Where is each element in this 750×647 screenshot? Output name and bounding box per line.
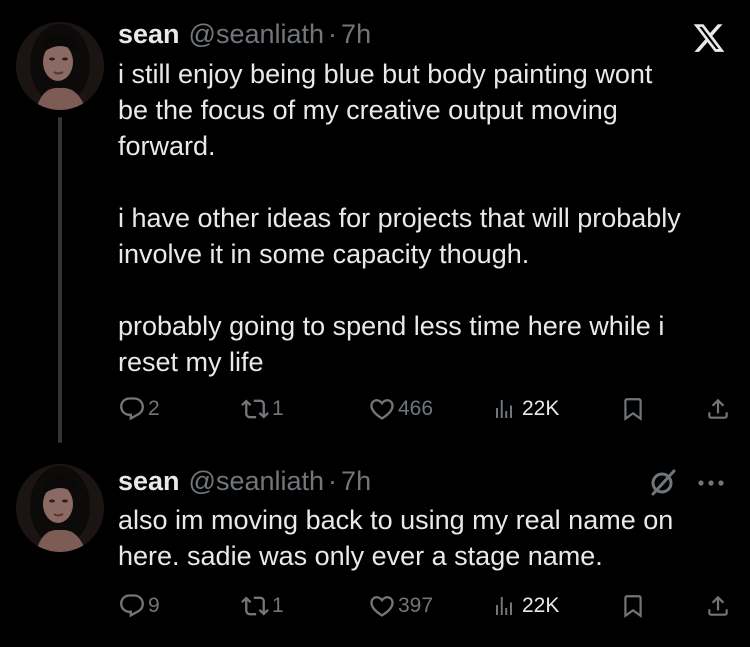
views-button[interactable]: 22K: [492, 591, 559, 621]
reply-count: 2: [148, 397, 160, 420]
like-button[interactable]: 397: [368, 591, 433, 621]
share-button[interactable]: [705, 394, 731, 424]
reply-button[interactable]: 2: [118, 394, 160, 424]
share-icon: [705, 592, 731, 620]
reply-icon: [118, 592, 146, 620]
reply-count: 9: [148, 594, 160, 617]
display-name[interactable]: sean: [118, 463, 180, 499]
separator-dot: ·: [328, 19, 338, 49]
grok-icon[interactable]: [648, 467, 678, 497]
timestamp[interactable]: 7h: [341, 16, 371, 52]
bookmark-button[interactable]: [620, 591, 646, 621]
like-count: 466: [398, 397, 434, 420]
avatar-image: [16, 464, 104, 552]
action-bar: 9 1 397 22K: [118, 591, 730, 621]
tweet-header: sean @seanliath · 7h: [118, 16, 371, 52]
share-icon: [705, 395, 731, 423]
views-button[interactable]: 22K: [492, 394, 559, 424]
like-button[interactable]: 466: [368, 394, 433, 424]
views-count: 22K: [522, 397, 560, 420]
tweet-text: also im moving back to using my real nam…: [118, 505, 674, 571]
reply-button[interactable]: 9: [118, 591, 160, 621]
tweet-2[interactable]: sean @seanliath · 7h also im moving back…: [0, 450, 750, 647]
repost-button[interactable]: 1: [240, 591, 284, 621]
repost-button[interactable]: 1: [240, 394, 284, 424]
tweet-text: i still enjoy being blue but body painti…: [118, 59, 681, 377]
x-logo-icon: [693, 24, 725, 52]
reply-icon: [118, 395, 146, 423]
like-icon: [368, 395, 396, 423]
bookmark-icon: [620, 395, 646, 423]
avatar-image: [16, 22, 104, 110]
share-button[interactable]: [705, 591, 731, 621]
separator-dot: ·: [328, 466, 338, 496]
bookmark-button[interactable]: [620, 394, 646, 424]
like-icon: [368, 592, 396, 620]
tweet-1[interactable]: sean @seanliath · 7h i still enjoy being…: [0, 0, 750, 443]
bookmark-icon: [620, 592, 646, 620]
avatar[interactable]: [16, 22, 104, 110]
avatar[interactable]: [16, 464, 104, 552]
action-bar: 2 1 466 22K: [118, 394, 730, 424]
user-handle[interactable]: @seanliath: [189, 16, 325, 52]
tweet-header: sean @seanliath · 7h: [118, 463, 371, 499]
views-icon: [492, 593, 516, 619]
display-name[interactable]: sean: [118, 16, 180, 52]
user-handle[interactable]: @seanliath: [189, 463, 325, 499]
repost-count: 1: [272, 397, 284, 420]
repost-icon: [240, 592, 270, 620]
timestamp[interactable]: 7h: [341, 463, 371, 499]
like-count: 397: [398, 594, 434, 617]
views-count: 22K: [522, 594, 560, 617]
views-icon: [492, 396, 516, 422]
repost-icon: [240, 395, 270, 423]
more-icon[interactable]: [694, 468, 728, 498]
thread-connector-line: [58, 117, 62, 443]
repost-count: 1: [272, 594, 284, 617]
